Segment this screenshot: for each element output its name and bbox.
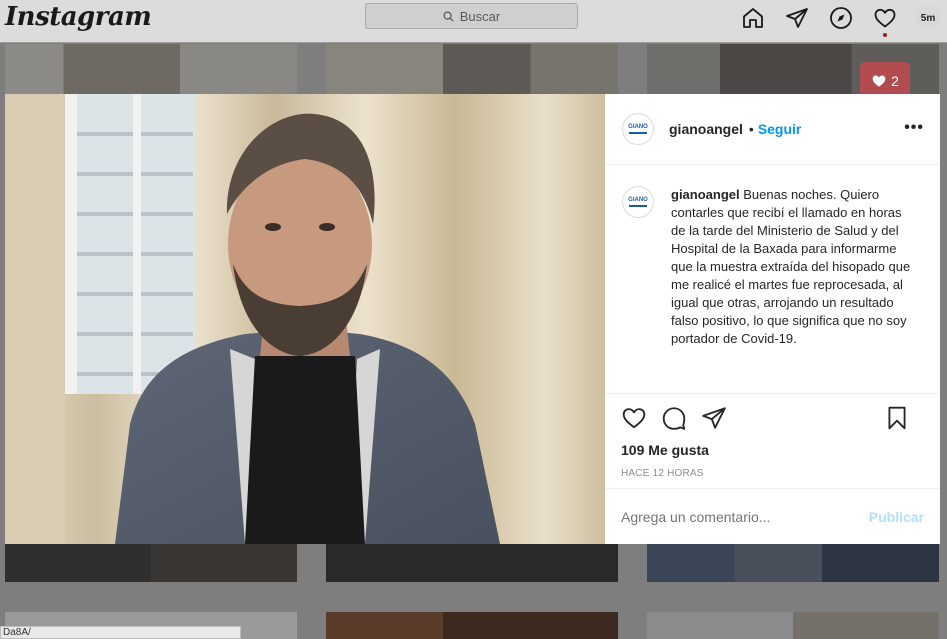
caption-body: Buenas noches. Quiero contarles que reci… — [671, 187, 911, 346]
activity-heart-icon[interactable] — [872, 5, 898, 37]
grid-post-thumbnail[interactable] — [647, 612, 939, 639]
grid-post-thumbnail[interactable] — [5, 544, 297, 582]
post-timestamp[interactable]: HACE 12 HORAS — [621, 468, 924, 479]
post-photo-image — [5, 94, 605, 544]
like-heart-icon[interactable] — [621, 405, 647, 431]
caption-username[interactable]: gianoangel — [671, 187, 740, 202]
profile-avatar[interactable]: 5m — [916, 6, 940, 30]
like-count: 2 — [891, 73, 899, 89]
caption-author-avatar-mark — [629, 205, 647, 207]
grid-post-thumbnail[interactable] — [326, 44, 618, 94]
top-navigation: Instagram Buscar 5m — [0, 0, 947, 43]
caption-author-avatar-text: GIANO — [628, 197, 648, 203]
caption-text: gianoangel Buenas noches. Quiero contarl… — [671, 186, 911, 393]
follow-button[interactable]: Seguir — [758, 121, 802, 137]
search-icon — [443, 10, 454, 22]
instagram-logo[interactable]: Instagram — [5, 2, 152, 32]
notification-dot — [883, 33, 887, 37]
author-avatar[interactable]: GIANO — [622, 113, 654, 145]
direct-messages-icon[interactable] — [784, 5, 810, 31]
search-box[interactable]: Buscar — [365, 3, 578, 29]
publish-button[interactable]: Publicar — [869, 509, 924, 525]
heart-icon — [872, 75, 886, 87]
grid-post-thumbnail[interactable] — [326, 544, 618, 582]
author-avatar-mark — [629, 132, 647, 134]
caption-section: GIANO gianoangel Buenas noches. Quiero c… — [605, 165, 940, 393]
home-icon[interactable] — [740, 5, 766, 31]
save-bookmark-icon[interactable] — [884, 405, 910, 431]
status-url-hint: Da8A/ — [0, 626, 241, 639]
author-avatar-text: GIANO — [628, 124, 648, 130]
more-options-icon[interactable]: ••• — [904, 119, 924, 137]
nav-icons: 5m — [740, 5, 940, 37]
explore-compass-icon[interactable] — [828, 5, 854, 31]
share-send-icon[interactable] — [701, 405, 727, 431]
comment-bubble-icon[interactable] — [661, 405, 687, 431]
caption-author-avatar[interactable]: GIANO — [622, 186, 654, 218]
grid-post-thumbnail[interactable] — [5, 44, 297, 94]
grid-post-thumbnail[interactable] — [326, 612, 618, 639]
search-placeholder: Buscar — [459, 8, 501, 24]
post-photo[interactable] — [5, 94, 605, 544]
separator-dot: • — [748, 121, 754, 137]
like-count[interactable]: 109 Me gusta — [621, 442, 924, 458]
comment-input[interactable] — [621, 508, 841, 525]
post-header: GIANO gianoangel • Seguir ••• — [605, 94, 940, 165]
post-side-panel: GIANO gianoangel • Seguir ••• GIANO gian… — [605, 94, 940, 544]
grid-post-thumbnail[interactable] — [647, 544, 939, 582]
post-actions: 109 Me gusta HACE 12 HORAS — [605, 393, 940, 488]
add-comment-bar: Publicar — [605, 488, 940, 544]
author-username[interactable]: gianoangel — [669, 121, 743, 137]
